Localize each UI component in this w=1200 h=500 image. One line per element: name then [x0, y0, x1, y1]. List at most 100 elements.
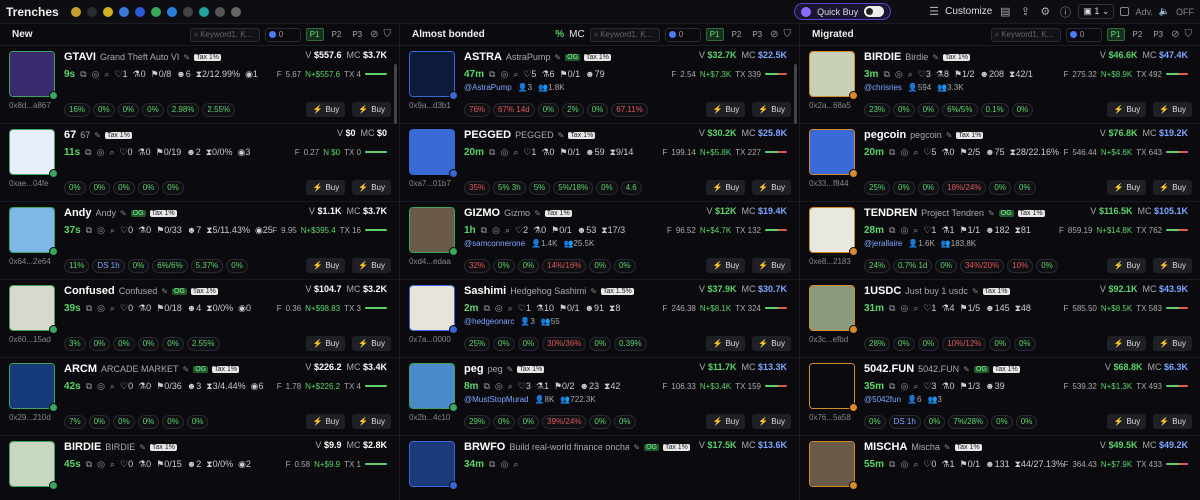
buy-button[interactable]: ⚡ Buy — [1107, 180, 1147, 195]
buy-button[interactable]: ⚡ Buy — [752, 414, 791, 429]
chart-icon[interactable]: ⧉ — [889, 225, 895, 236]
search-icon[interactable]: ⌕ — [110, 381, 115, 392]
edit-icon[interactable]: ✎ — [946, 131, 953, 140]
chart-icon[interactable]: ⧉ — [889, 147, 895, 158]
token-address[interactable]: 0x3c...efbd — [809, 335, 848, 344]
edit-icon[interactable]: ✎ — [972, 287, 979, 296]
chart-icon[interactable]: ⧉ — [489, 459, 495, 470]
buy-button[interactable]: ⚡ Buy — [352, 102, 391, 117]
search-icon[interactable]: ⌕ — [110, 225, 115, 236]
buy-button[interactable]: ⚡ Buy — [706, 180, 746, 195]
quick-buy-toggle[interactable]: Quick Buy — [794, 3, 892, 20]
edit-icon[interactable]: ✎ — [944, 443, 951, 452]
token-card[interactable]: 0x9a...d3b1 ASTRA AstraPump ✎ OG Tax 1% V $32.… — [400, 46, 799, 124]
preset-p3[interactable]: P3 — [349, 29, 365, 40]
edit-icon[interactable]: ✎ — [534, 209, 541, 218]
token-thumbnail[interactable] — [809, 441, 855, 487]
search-icon[interactable]: ⌕ — [913, 459, 918, 470]
buy-button[interactable]: ⚡ Buy — [1153, 414, 1192, 429]
token-ticker[interactable]: TENDREN — [864, 207, 917, 219]
search-icon[interactable]: ⌕ — [110, 459, 115, 470]
token-card[interactable]: 0x8d...a867 GTAVI Grand Theft Auto VI ✎ Tax … — [0, 46, 399, 124]
globe-icon[interactable]: ◎ — [500, 459, 508, 470]
token-address[interactable]: 0xae...04fe — [9, 179, 49, 188]
amount-input[interactable]: 0 — [264, 27, 301, 42]
chart-icon[interactable]: ⧉ — [481, 225, 487, 236]
token-address[interactable]: 0x60...15ad — [9, 335, 51, 344]
mute-icon[interactable]: ⊘ — [770, 29, 778, 40]
token-card[interactable]: MISCHA Mischa ✎ Tax 1% V $49.5K MC $49.2K 55m ⧉… — [800, 436, 1200, 500]
token-ticker[interactable]: ARCM — [64, 363, 97, 375]
preset-p1[interactable]: P1 — [705, 28, 724, 41]
preset-p1[interactable]: P1 — [1106, 28, 1125, 41]
token-address[interactable]: 0x8d...a867 — [9, 101, 51, 110]
preset-p1[interactable]: P1 — [305, 28, 324, 41]
token-ticker[interactable]: PEGGED — [464, 129, 511, 141]
search-input[interactable]: ⌕ Keyword1, K... — [589, 27, 660, 42]
globe-icon[interactable]: ◎ — [97, 147, 105, 158]
search-input[interactable]: ⌕ Keyword1, K... — [990, 27, 1061, 42]
twitter-handle[interactable]: @samconnerone — [464, 239, 525, 252]
percent-toggle[interactable]: % — [555, 29, 564, 40]
globe-icon[interactable]: ◎ — [97, 225, 105, 236]
chain-icon[interactable] — [118, 6, 129, 17]
edit-icon[interactable]: ✎ — [94, 131, 101, 140]
search-icon[interactable]: ⌕ — [104, 69, 109, 80]
chart-icon[interactable]: ⧉ — [80, 69, 86, 80]
settings-icon[interactable]: ⚙ — [1038, 5, 1052, 18]
buy-button[interactable]: ⚡ Buy — [752, 180, 791, 195]
buy-button[interactable]: ⚡ Buy — [752, 102, 791, 117]
globe-icon[interactable]: ◎ — [92, 69, 100, 80]
globe-icon[interactable]: ◎ — [900, 459, 908, 470]
chain-icon[interactable] — [150, 6, 161, 17]
buy-button[interactable]: ⚡ Buy — [306, 102, 346, 117]
twitter-handle[interactable]: @MustStopMurad — [464, 395, 529, 408]
twitter-handle[interactable]: @hedgeonarc — [464, 317, 514, 330]
adv-checkbox[interactable] — [1120, 7, 1130, 16]
chain-icon[interactable] — [166, 6, 177, 17]
filter-icon[interactable]: ⛉ — [384, 29, 392, 40]
buy-button[interactable]: ⚡ Buy — [1107, 102, 1147, 117]
chain-icon[interactable] — [198, 6, 209, 17]
token-address[interactable]: 0x9a...d3b1 — [409, 101, 451, 110]
filter-icon[interactable]: ⛉ — [784, 29, 792, 40]
twitter-handle[interactable]: @chrisries — [864, 83, 902, 96]
search-icon[interactable]: ⌕ — [913, 381, 918, 392]
preset-p3[interactable]: P3 — [1150, 29, 1166, 40]
token-card[interactable]: 0x29...210d ARCM ARCADE MARKET ✎ OG Tax 1% V $… — [0, 358, 399, 436]
search-icon[interactable]: ⌕ — [110, 303, 115, 314]
token-ticker[interactable]: BIRDIE — [64, 441, 101, 453]
token-address[interactable]: 0x76...5a58 — [809, 413, 851, 422]
token-address[interactable]: 0x7a...0000 — [409, 335, 451, 344]
search-icon[interactable]: ⌕ — [508, 381, 513, 392]
token-thumbnail[interactable] — [9, 207, 55, 253]
buy-button[interactable]: ⚡ Buy — [706, 336, 746, 351]
chart-icon[interactable]: ⧉ — [889, 459, 895, 470]
token-thumbnail[interactable] — [409, 441, 455, 487]
preset-p3[interactable]: P3 — [749, 29, 765, 40]
preset-p2[interactable]: P2 — [1130, 29, 1146, 40]
globe-icon[interactable]: ◎ — [500, 147, 508, 158]
token-ticker[interactable]: GTAVI — [64, 51, 96, 63]
token-ticker[interactable]: ASTRA — [464, 51, 502, 63]
token-thumbnail[interactable] — [809, 129, 855, 175]
edit-icon[interactable]: ✎ — [507, 365, 514, 374]
edit-icon[interactable]: ✎ — [590, 287, 597, 296]
chart-icon[interactable]: ⧉ — [86, 225, 92, 236]
edit-icon[interactable]: ✎ — [988, 209, 995, 218]
buy-button[interactable]: ⚡ Buy — [1153, 336, 1192, 351]
search-icon[interactable]: ⌕ — [908, 69, 913, 80]
chart-icon[interactable]: ⧉ — [85, 147, 91, 158]
buy-button[interactable]: ⚡ Buy — [706, 258, 746, 273]
edit-icon[interactable]: ✎ — [963, 365, 970, 374]
chart-icon[interactable]: ⧉ — [489, 69, 495, 80]
token-card[interactable]: 0xd4...edaa GIZMO Gizmo ✎ Tax 1% V $12K MC $19… — [400, 202, 799, 280]
token-card[interactable]: 0x2a...68a5 BIRDIE Birdie ✎ Tax 1% V $46.6K MC… — [800, 46, 1200, 124]
amount-input[interactable]: 0 — [1065, 27, 1102, 42]
search-icon[interactable]: ⌕ — [508, 303, 513, 314]
scrollbar[interactable] — [394, 64, 397, 124]
token-address[interactable]: 0xa7...01b7 — [409, 179, 451, 188]
token-ticker[interactable]: 5042.FUN — [864, 363, 914, 375]
page-select[interactable]: ▣ 1 ⌄ — [1078, 4, 1115, 19]
token-thumbnail[interactable] — [809, 285, 855, 331]
